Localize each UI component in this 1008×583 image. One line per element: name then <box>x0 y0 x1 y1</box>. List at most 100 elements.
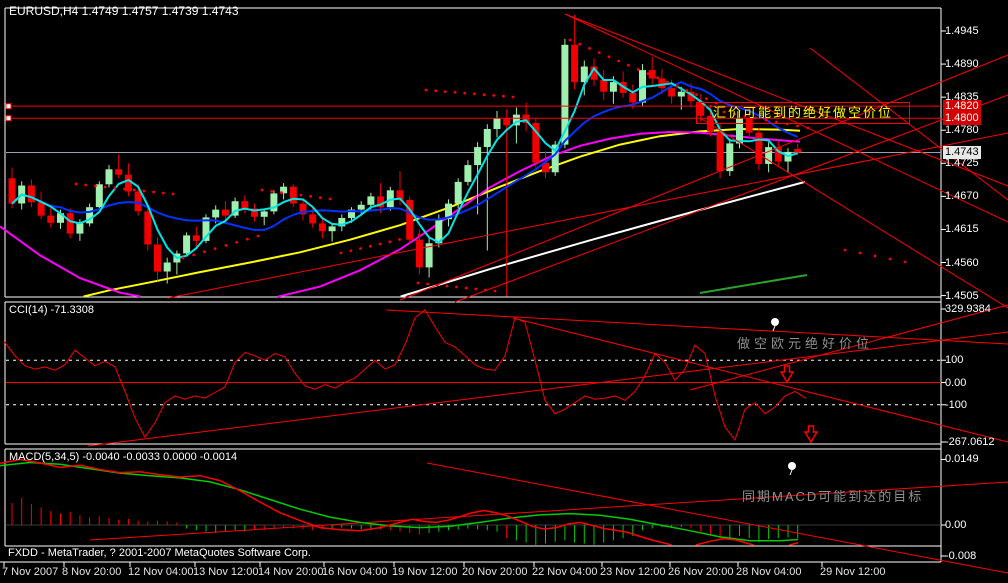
symbol-ohlc-line: EURUSD,H4 1.4749 1.4757 1.4739 1.4743 <box>9 4 239 18</box>
candle <box>260 211 268 217</box>
sar-dot <box>588 47 591 50</box>
sar-dot <box>484 288 487 292</box>
sar-dot <box>213 247 217 251</box>
axis-label: 1.4780 <box>945 124 979 136</box>
sar-dot <box>309 195 312 198</box>
axis-label: 0.00 <box>945 377 967 389</box>
candle <box>493 118 501 129</box>
axis-label: -267.0612 <box>945 436 995 448</box>
sar-dot <box>424 88 428 92</box>
trendline-handle[interactable] <box>5 103 12 110</box>
sar-dot <box>501 94 505 98</box>
candle <box>609 82 617 92</box>
down-arrow-icon[interactable] <box>803 425 819 444</box>
annotation-macd-target-note[interactable]: 同期MACD可能到达的目标 <box>742 486 923 505</box>
candle <box>212 209 220 218</box>
annotation-cci-short-note[interactable]: 做空欧元绝好价位 <box>737 333 873 352</box>
axis-label: -0.008 <box>945 550 977 562</box>
axis-label: 1.4560 <box>945 257 979 269</box>
axis-label: 329.9384 <box>945 303 991 315</box>
sar-dot <box>417 233 421 237</box>
time-axis-label: 23 Nov 12:00 <box>600 566 666 578</box>
candle <box>27 185 35 203</box>
sar-dot <box>568 38 572 42</box>
sar-dot <box>445 284 449 288</box>
balloon-icon[interactable] <box>771 318 779 326</box>
time-axis-label: 14 Nov 20:00 <box>258 566 324 578</box>
sar-dot <box>695 93 698 96</box>
time-axis-label: 16 Nov 04:00 <box>322 566 388 578</box>
sar-dot <box>328 197 332 201</box>
sar-dot <box>474 287 478 291</box>
sar-dot <box>192 253 196 257</box>
time-axis-label: 26 Nov 20:00 <box>668 566 734 578</box>
trendline-handle[interactable] <box>5 115 12 122</box>
axis-label: 1.4945 <box>945 25 979 37</box>
sar-dot <box>368 244 372 248</box>
cci-indicator-label: CCI(14) -71.3308 <box>9 304 94 316</box>
sar-dot <box>492 94 496 97</box>
sar-dot <box>359 247 362 250</box>
sar-dot <box>245 237 249 241</box>
candle <box>95 184 103 208</box>
sar-dot <box>843 248 847 252</box>
time-axis-label: 12 Nov 04:00 <box>128 566 194 578</box>
sar-dot <box>443 90 447 93</box>
sar-dot <box>103 185 107 189</box>
sar-dot <box>256 234 260 238</box>
sar-dot <box>873 254 877 258</box>
sar-dot <box>806 126 810 130</box>
axis-label: 0.0149 <box>945 453 979 465</box>
sar-dot <box>398 238 401 241</box>
sar-dot <box>627 63 630 67</box>
sar-dot <box>607 55 611 59</box>
sar-dot <box>280 191 283 195</box>
sar-dot <box>453 90 457 94</box>
candle <box>154 244 161 272</box>
candle <box>794 148 802 153</box>
sar-dot <box>74 182 78 186</box>
price-axis-label-alert: 1.4800 <box>943 112 981 125</box>
time-axis-label: 13 Nov 12:00 <box>193 566 259 578</box>
sar-dot <box>636 68 640 71</box>
axis-label: 0.00 <box>945 519 967 531</box>
candle <box>144 211 152 245</box>
candle <box>115 169 123 175</box>
sar-dot <box>289 192 293 196</box>
sar-dot <box>339 251 343 255</box>
sar-dot <box>472 92 476 96</box>
sar-dot <box>132 188 136 192</box>
down-arrow-icon[interactable] <box>779 365 795 384</box>
sar-dot <box>903 260 907 264</box>
sar-dot <box>464 286 468 290</box>
sar-dot <box>318 196 322 200</box>
candle <box>571 44 579 83</box>
sar-dot <box>426 282 429 286</box>
annotation-short-price-level[interactable]: 汇价可能到的绝好做空价位 <box>696 102 910 124</box>
sar-dot <box>349 249 353 253</box>
time-axis-label: 28 Nov 04:00 <box>736 566 802 578</box>
candle <box>124 174 132 192</box>
candle <box>8 178 16 204</box>
candle <box>66 213 74 234</box>
candle <box>328 226 336 232</box>
sar-dot <box>511 95 515 99</box>
sar-dot <box>161 191 165 195</box>
sar-dot <box>888 257 892 261</box>
balloon-icon[interactable] <box>788 462 796 470</box>
candle <box>163 262 171 272</box>
sar-dot <box>665 80 669 84</box>
candle <box>37 202 45 216</box>
sar-dot <box>388 240 392 244</box>
sar-dot <box>796 124 799 128</box>
candle <box>629 92 637 103</box>
sar-dot <box>270 189 274 193</box>
candle <box>454 181 462 204</box>
sar-dot <box>84 183 88 187</box>
candle <box>600 79 608 92</box>
sar-dot <box>675 84 679 88</box>
axis-label: -100 <box>945 399 968 411</box>
sar-dot <box>152 190 156 194</box>
time-axis-label: 20 Nov 20:00 <box>462 566 528 578</box>
candle <box>668 88 676 97</box>
